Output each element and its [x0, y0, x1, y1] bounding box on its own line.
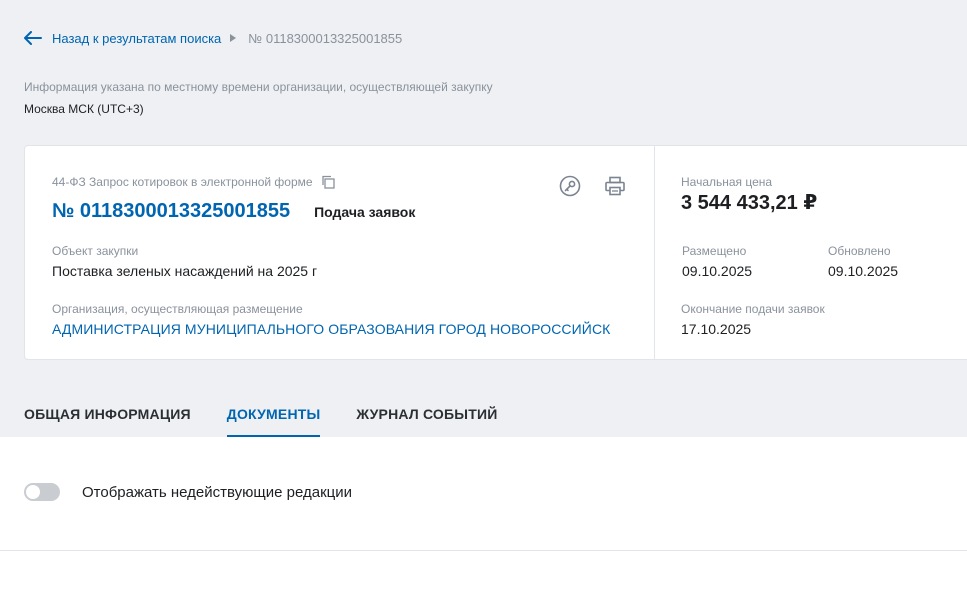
price-value: 3 544 433,21 ₽	[681, 192, 818, 214]
updated-label: Обновлено	[828, 244, 891, 258]
purchase-card: 44-ФЗ Запрос котировок в электронной фор…	[24, 145, 967, 360]
card-actions	[558, 174, 648, 198]
deadline-value: 17.10.2025	[681, 321, 752, 337]
posted-value: 09.10.2025	[682, 263, 753, 279]
timezone-note: Информация указана по местному времени о…	[24, 80, 493, 94]
object-label: Объект закупки	[52, 244, 139, 258]
object-value: Поставка зеленых насаждений на 2025 г	[52, 263, 318, 279]
key-icon[interactable]	[558, 174, 582, 198]
card-divider	[654, 146, 655, 359]
deadline-label: Окончание подачи заявок	[681, 302, 825, 316]
status-badge: Подача заявок	[314, 204, 416, 220]
purchase-type-label: 44-ФЗ Запрос котировок в электронной фор…	[52, 175, 313, 189]
inactive-versions-toggle[interactable]	[24, 483, 60, 501]
print-icon[interactable]	[603, 174, 627, 198]
updated-value: 09.10.2025	[828, 263, 899, 279]
divider	[0, 550, 967, 551]
caret-right-icon	[230, 33, 237, 43]
toggle-label: Отображать недействующие редакции	[82, 483, 353, 501]
purchase-type: 44-ФЗ Запрос котировок в электронной фор…	[52, 175, 335, 189]
breadcrumb: Назад к результатам поиска № 01183000133…	[24, 29, 402, 47]
inactive-versions-toggle-row: Отображать недействующие редакции	[24, 483, 352, 501]
posted-label: Размещено	[682, 244, 747, 258]
copy-icon[interactable]	[321, 175, 335, 189]
header-area: Назад к результатам поиска № 01183000133…	[0, 0, 967, 437]
back-to-search-link[interactable]: Назад к результатам поиска	[52, 31, 221, 46]
arrow-left-icon[interactable]	[24, 29, 44, 47]
toggle-knob	[26, 485, 40, 499]
price-label: Начальная цена	[681, 175, 773, 189]
organization-link[interactable]: АДМИНИСТРАЦИЯ МУНИЦИПАЛЬНОГО ОБРАЗОВАНИЯ…	[52, 321, 610, 337]
organization-label: Организация, осуществляющая размещение	[52, 302, 303, 316]
tab-general-info[interactable]: ОБЩАЯ ИНФОРМАЦИЯ	[24, 398, 191, 437]
registry-number[interactable]: № 0118300013325001855	[52, 200, 290, 223]
timezone-value: Москва МСК (UTC+3)	[24, 102, 144, 116]
breadcrumb-current: № 0118300013325001855	[248, 30, 403, 46]
tab-bar: ОБЩАЯ ИНФОРМАЦИЯ ДОКУМЕНТЫ ЖУРНАЛ СОБЫТИ…	[24, 398, 533, 437]
registry-row: № 0118300013325001855 Подача заявок	[52, 200, 415, 223]
tab-event-log[interactable]: ЖУРНАЛ СОБЫТИЙ	[356, 398, 497, 437]
tab-documents[interactable]: ДОКУМЕНТЫ	[226, 398, 321, 437]
